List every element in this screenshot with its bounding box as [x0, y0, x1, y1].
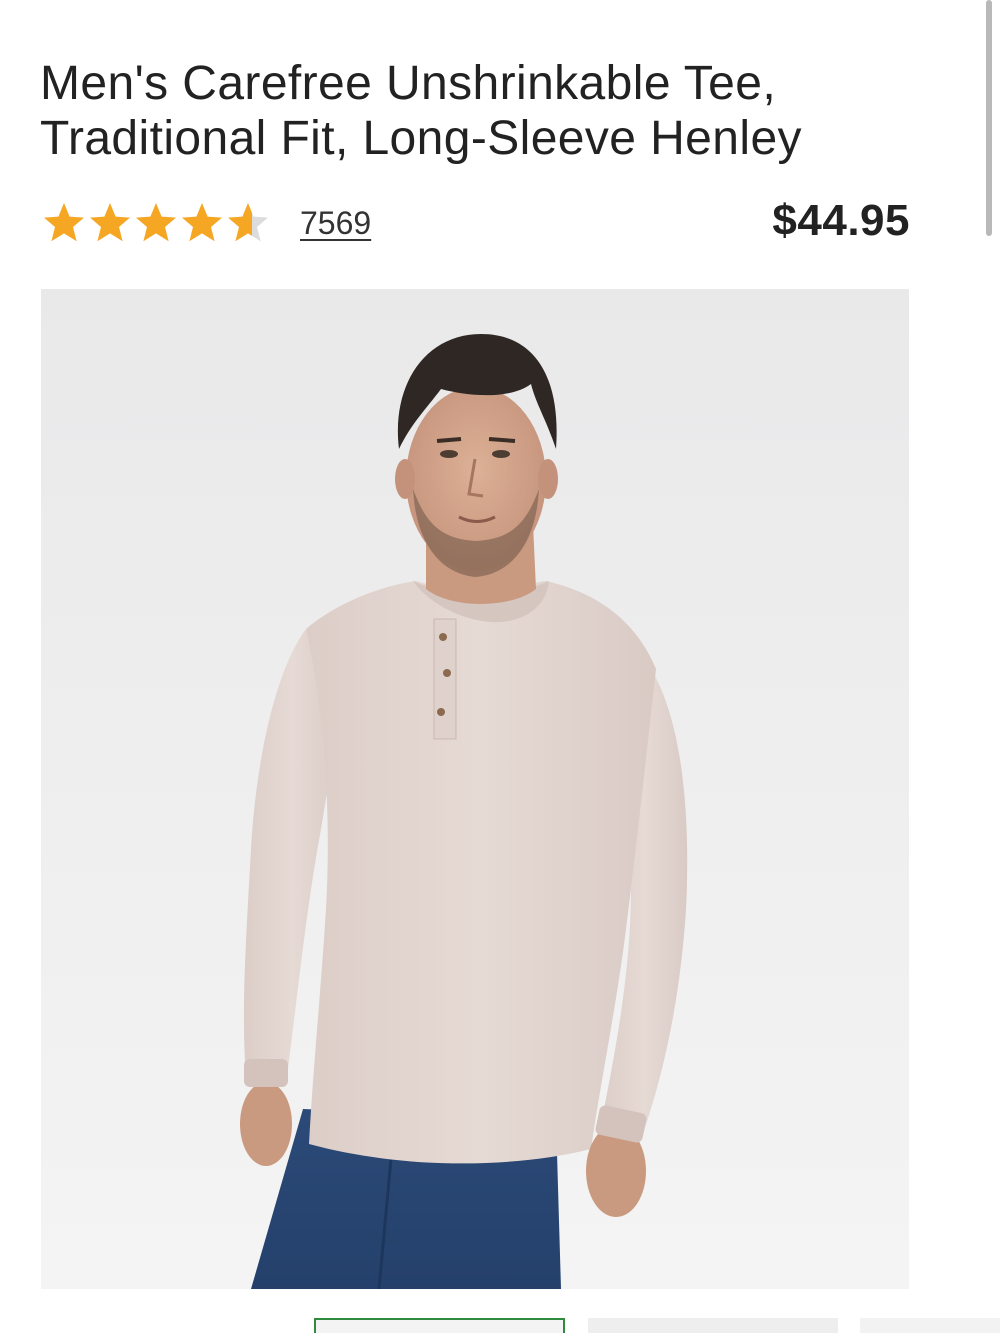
- product-image[interactable]: [41, 289, 909, 1289]
- gallery-thumbnails: [0, 1318, 1000, 1333]
- thumbnail[interactable]: [588, 1318, 838, 1333]
- product-title: Men's Carefree Unshrinkable Tee, Traditi…: [40, 56, 940, 166]
- model-photo: [41, 289, 909, 1289]
- review-count-link[interactable]: 7569: [300, 205, 371, 242]
- rating-row: 7569: [42, 198, 371, 248]
- star-icon: [136, 203, 176, 242]
- product-price: $44.95: [772, 196, 910, 245]
- star-icon: [44, 203, 84, 242]
- product-page: Men's Carefree Unshrinkable Tee, Traditi…: [0, 0, 1000, 1333]
- star-icon: [182, 203, 222, 242]
- product-title-line-1: Men's Carefree Unshrinkable Tee,: [40, 57, 777, 110]
- star-icon: [90, 203, 130, 242]
- scrollbar[interactable]: [986, 0, 992, 236]
- star-rating[interactable]: [42, 201, 270, 245]
- thumbnail[interactable]: [860, 1318, 1000, 1333]
- thumbnail-selected[interactable]: [314, 1318, 565, 1333]
- product-title-line-2: Traditional Fit, Long-Sleeve Henley: [40, 112, 802, 165]
- star-half-icon: [228, 203, 268, 242]
